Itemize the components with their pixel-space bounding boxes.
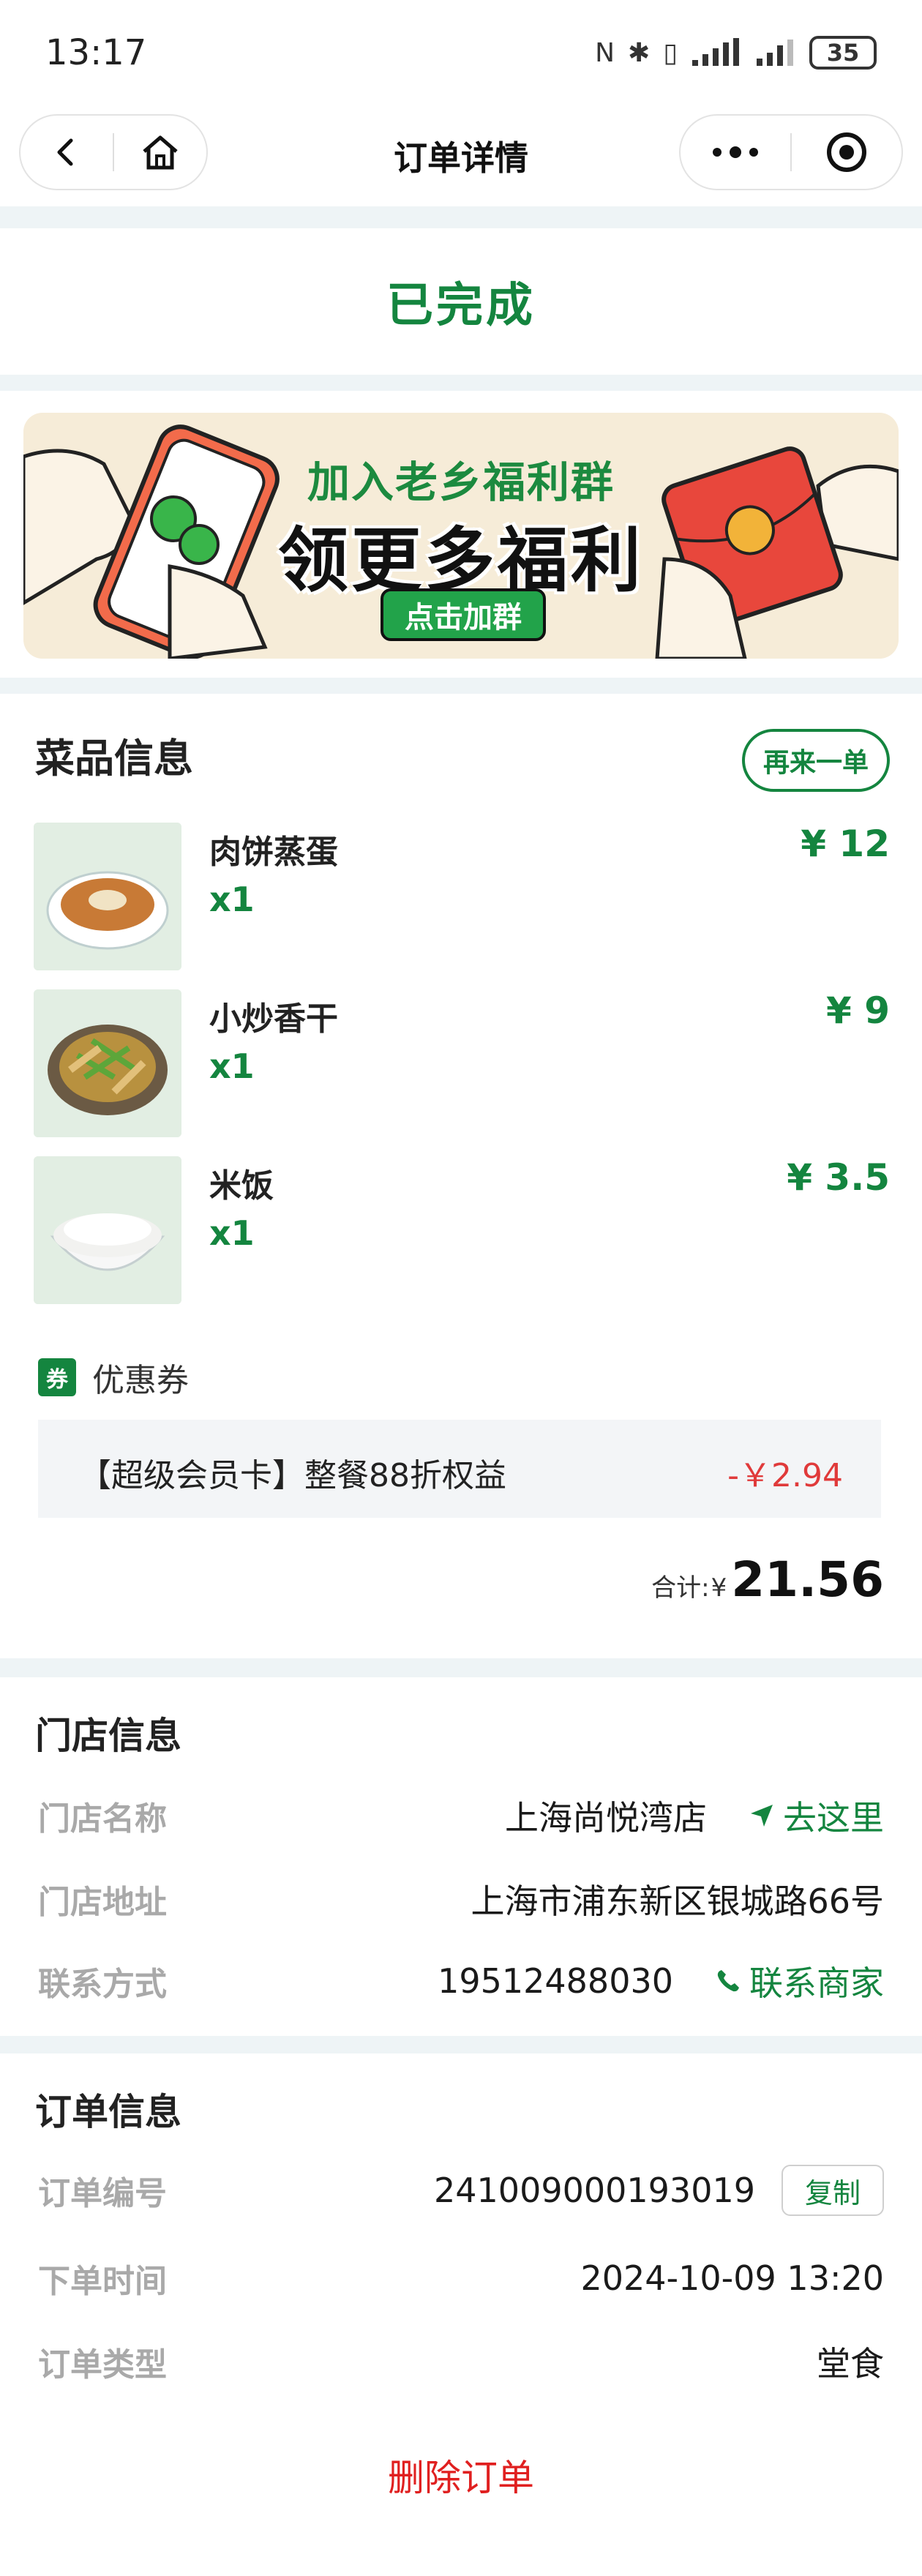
status-icons: N ✱ ▯ 35 [595,32,877,73]
target-circle-icon [827,132,866,172]
signal-icon-2 [757,40,793,66]
dish-image [34,1156,181,1304]
dishes-card: 菜品信息 再来一单 肉饼蒸蛋 x1 ¥ 12 小炒香干 x1 ¥ 9 米饭 x1… [0,694,922,1658]
order-type-value: 堂食 [817,2344,884,2384]
dish-qty: x1 [209,880,255,919]
order-time-row: 下单时间 2024-10-09 13:20 [38,2253,884,2304]
store-address-value: 上海市浦东新区银城路66号 [471,1882,884,1921]
coupon-name: 【超级会员卡】整餐88折权益 [79,1457,506,1494]
total-currency: ¥ [711,1573,727,1603]
navigate-button[interactable]: 去这里 [749,1791,884,1840]
dish-name: 小炒香干 [209,1000,338,1038]
store-phone-value: 19512488030 [438,1961,673,2001]
phone-icon [717,1970,739,1992]
store-name-row: 门店名称 上海尚悦湾店 去这里 [38,1790,884,1841]
nav-capsule-right [679,114,903,190]
dish-qty: x1 [209,1046,255,1086]
dishes-title: 菜品信息 [35,735,193,782]
store-contact-row: 联系方式 19512488030 联系商家 [38,1955,884,2007]
status-time: 13:17 [45,32,147,73]
dish-item[interactable]: 肉饼蒸蛋 x1 ¥ 12 [34,823,890,970]
signal-icon [692,38,739,66]
order-time-key: 下单时间 [38,2263,167,2300]
dish-qty: x1 [209,1213,255,1253]
order-status: 已完成 [386,279,536,333]
dish-price: ¥ 12 [801,823,890,865]
total-value: 21.56 [731,1551,884,1608]
more-dots-icon [713,146,758,158]
dish-name: 米饭 [209,1167,274,1205]
nfc-icon: N [595,37,615,68]
order-type-key: 订单类型 [38,2346,167,2384]
navigation-arrow-icon [751,1805,773,1827]
close-miniprogram-button[interactable] [792,116,902,189]
battery-icon: 35 [809,36,877,70]
order-type-row: 订单类型 堂食 [38,2336,884,2387]
vibrate-icon: ▯ [663,37,678,68]
order-number-value: 241009000193019 [434,2171,755,2210]
delete-order-button[interactable]: 删除订单 [0,2449,922,2501]
reorder-button[interactable]: 再来一单 [742,729,890,792]
order-status-card: 已完成 [0,228,922,375]
coupon-row: 【超级会员卡】整餐88折权益 -￥2.94 [38,1420,881,1518]
store-address-row: 门店地址 上海市浦东新区银城路66号 [38,1873,884,1925]
red-envelope-illustration [655,446,899,659]
dish-item[interactable]: 米饭 x1 ¥ 3.5 [34,1156,890,1304]
store-name-value: 上海尚悦湾店 [505,1798,707,1838]
contact-merchant-label: 联系商家 [749,1963,884,2003]
order-title: 订单信息 [35,2091,181,2133]
welfare-group-banner[interactable]: 加入老乡福利群 领更多福利 点击加群 [23,413,899,659]
dish-price: ¥ 9 [826,989,890,1032]
join-group-button[interactable]: 点击加群 [381,588,546,641]
order-number-key: 订单编号 [38,2175,167,2212]
coupon-label: 优惠券 [92,1362,189,1399]
order-info-card: 订单信息 订单编号 241009000193019 复制 下单时间 2024-1… [0,2053,922,2576]
coupon-discount: -￥2.94 [727,1457,843,1494]
store-address-key: 门店地址 [38,1884,167,1921]
order-total: 合计: ¥ 21.56 [651,1551,884,1608]
dish-name: 肉饼蒸蛋 [209,834,338,871]
store-title: 门店信息 [35,1715,181,1757]
more-button[interactable] [681,116,790,189]
dish-image [34,989,181,1137]
copy-button[interactable]: 复制 [782,2165,884,2216]
dish-price: ¥ 3.5 [787,1156,890,1199]
bluetooth-icon: ✱ [628,37,651,68]
store-name-key: 门店名称 [38,1800,167,1838]
order-time-value: 2024-10-09 13:20 [580,2258,884,2298]
coupon-icon: 券 [38,1358,76,1396]
status-bar: 13:17 N ✱ ▯ 35 [0,0,922,102]
coupon-section-label: 券 优惠券 [38,1354,189,1401]
dish-item[interactable]: 小炒香干 x1 ¥ 9 [34,989,890,1137]
dish-image [34,823,181,970]
order-number-row: 订单编号 241009000193019 复制 [38,2165,884,2216]
store-contact-key: 联系方式 [38,1966,167,2003]
contact-merchant-button[interactable]: 联系商家 [716,1957,884,2005]
navigate-label: 去这里 [783,1798,884,1838]
banner-card: 加入老乡福利群 领更多福利 点击加群 [0,391,922,678]
total-label: 合计: [651,1573,710,1603]
nav-bar: 订单详情 [0,102,922,206]
store-info-card: 门店信息 门店名称 上海尚悦湾店 去这里 门店地址 上海市浦东新区银城路66号 … [0,1677,922,2036]
